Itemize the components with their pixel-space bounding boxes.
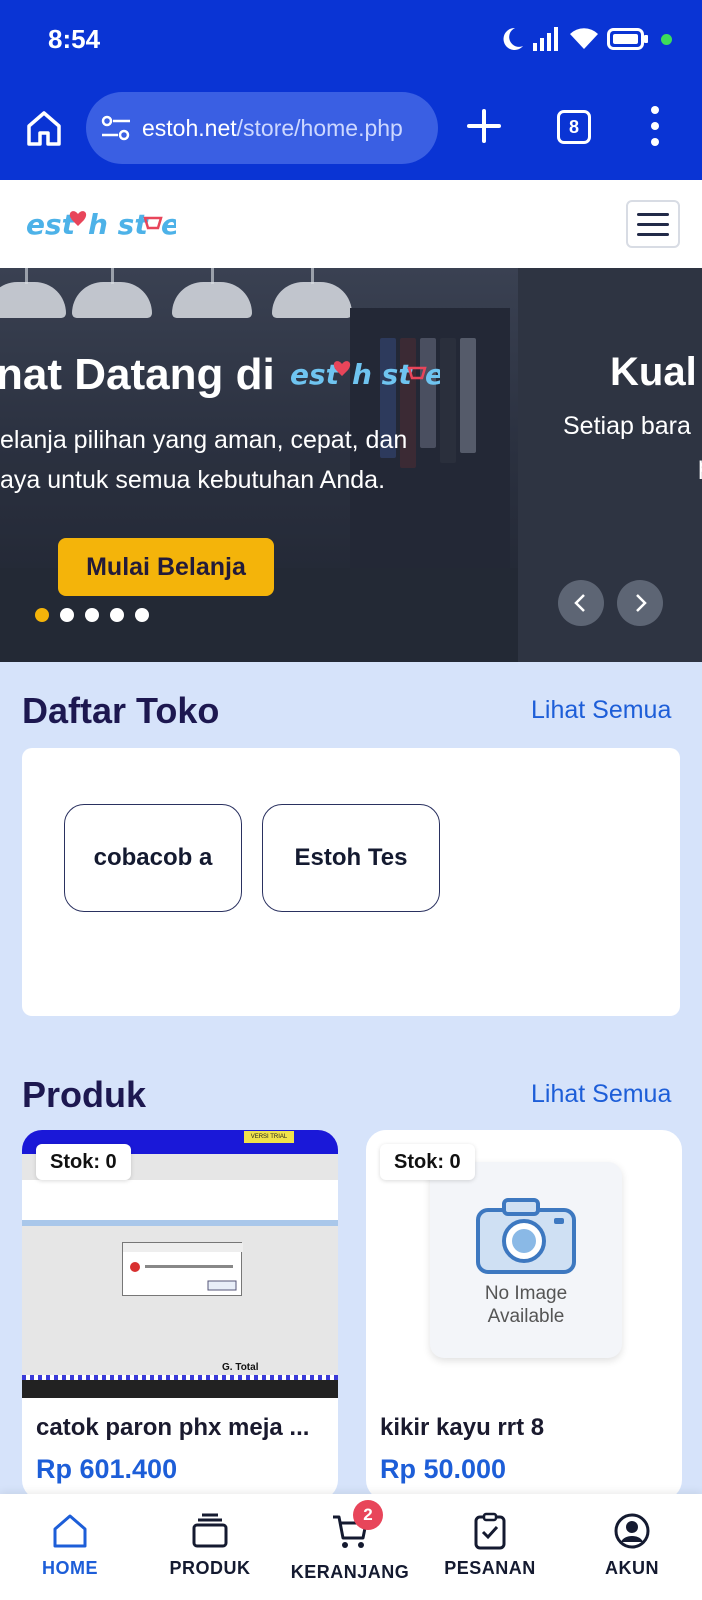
hero-estoh-logo: est h st e bbox=[290, 358, 440, 391]
svg-text:est: est bbox=[26, 208, 77, 241]
carousel-dot[interactable] bbox=[135, 608, 149, 622]
stores-see-all-link[interactable]: Lihat Semua bbox=[531, 696, 671, 725]
chevron-left-icon bbox=[574, 594, 585, 612]
user-icon bbox=[614, 1513, 650, 1549]
status-icons bbox=[501, 26, 672, 52]
carousel-dot[interactable] bbox=[60, 608, 74, 622]
nav-account-label: AKUN bbox=[605, 1558, 659, 1578]
product-name[interactable]: catok paron phx meja ... bbox=[36, 1414, 326, 1442]
clipboard-icon bbox=[474, 1512, 506, 1550]
nav-home[interactable]: HOME bbox=[0, 1494, 140, 1600]
battery-icon bbox=[607, 28, 648, 50]
svg-text:e: e bbox=[425, 358, 440, 391]
url-text[interactable]: estoh.net/store/home.php bbox=[142, 115, 403, 142]
hero-slide-1: nat Datang di est h st e elanja pilihan … bbox=[0, 268, 518, 662]
hero-slide-2: Kual Setiap bara p bbox=[518, 268, 702, 662]
browser-home-icon[interactable] bbox=[24, 108, 64, 148]
hamburger-menu-button[interactable] bbox=[626, 200, 680, 248]
thumb-total-label: G. Total bbox=[222, 1362, 259, 1373]
nav-account[interactable]: AKUN bbox=[562, 1494, 702, 1600]
no-image-line1: No Image bbox=[484, 1283, 568, 1304]
stock-badge: Stok: 0 bbox=[36, 1144, 131, 1180]
stock-badge: Stok: 0 bbox=[380, 1144, 475, 1180]
cart-count-badge: 2 bbox=[353, 1500, 383, 1530]
no-image-text: No Image Available bbox=[430, 1282, 622, 1328]
wifi-icon bbox=[570, 28, 598, 49]
product-price: Rp 601.400 bbox=[36, 1454, 178, 1484]
new-tab-icon[interactable] bbox=[466, 108, 502, 144]
hero-carousel[interactable]: nat Datang di est h st e elanja pilihan … bbox=[0, 268, 702, 662]
chevron-right-icon bbox=[636, 594, 647, 612]
nav-cart[interactable]: 2 KERANJANG bbox=[280, 1494, 420, 1600]
bottom-navigation: HOME PRODUK 2 KERANJANG PESANAN AKUN bbox=[0, 1494, 702, 1600]
carousel-dot[interactable] bbox=[85, 608, 99, 622]
nav-home-label: HOME bbox=[42, 1558, 98, 1578]
hero-slide2-subtitle-line2: p bbox=[563, 446, 702, 486]
privacy-dot bbox=[661, 33, 672, 45]
stores-section-title: Daftar Toko bbox=[22, 690, 220, 731]
url-host: estoh.net bbox=[142, 114, 237, 141]
site-settings-icon[interactable] bbox=[100, 114, 132, 142]
svg-text:est: est bbox=[290, 358, 341, 391]
hero-slide2-subtitle-line1: Setiap bara bbox=[563, 412, 691, 440]
products-see-all-link[interactable]: Lihat Semua bbox=[531, 1080, 671, 1109]
home-icon bbox=[53, 1514, 87, 1548]
store-chip[interactable]: Estoh Tes bbox=[262, 804, 440, 912]
no-image-placeholder: No Image Available bbox=[430, 1162, 622, 1358]
hero-subtitle-line1: elanja pilihan yang aman, cepat, dan bbox=[0, 426, 408, 454]
svg-text:h st: h st bbox=[88, 208, 149, 241]
nav-products-label: PRODUK bbox=[169, 1558, 251, 1578]
products-section-title: Produk bbox=[22, 1074, 147, 1115]
tab-switcher-button[interactable]: 8 bbox=[557, 110, 591, 144]
nav-orders[interactable]: PESANAN bbox=[420, 1494, 560, 1600]
moon-icon bbox=[503, 27, 523, 50]
hero-slide2-title: Kual bbox=[610, 350, 697, 394]
estoh-store-logo[interactable]: est h st e bbox=[26, 200, 176, 246]
site-header: est h st e bbox=[0, 180, 702, 268]
cart-icon-wrap: 2 bbox=[331, 1500, 383, 1550]
nav-products[interactable]: PRODUK bbox=[140, 1494, 280, 1600]
status-bar: 8:54 bbox=[0, 0, 702, 82]
signal-icon bbox=[533, 27, 558, 51]
hero-subtitle: elanja pilihan yang aman, cepat, dan aya… bbox=[0, 420, 500, 500]
store-chip[interactable]: cobacob a bbox=[64, 804, 242, 912]
product-card[interactable]: VERSI TRIAL G. Total Stok: 0 catok paron… bbox=[22, 1130, 338, 1500]
nav-cart-label: KERANJANG bbox=[290, 1562, 410, 1582]
stores-card: cobacob a Estoh Tes bbox=[22, 748, 680, 1016]
carousel-next-button[interactable] bbox=[617, 580, 663, 626]
svg-text:e: e bbox=[161, 208, 176, 241]
carousel-dots bbox=[35, 608, 149, 622]
url-bar[interactable]: estoh.net/store/home.php bbox=[86, 92, 438, 164]
nav-orders-label: PESANAN bbox=[444, 1558, 536, 1578]
hero-subtitle-line2: aya untuk semua kebutuhan Anda. bbox=[0, 466, 386, 494]
product-name[interactable]: kikir kayu rrt 8 bbox=[380, 1414, 670, 1442]
browser-toolbar: estoh.net/store/home.php 8 bbox=[0, 82, 702, 180]
url-path: /store/home.php bbox=[236, 114, 403, 141]
hero-slide2-subtitle: Setiap bara p bbox=[563, 406, 702, 486]
product-price: Rp 50.000 bbox=[380, 1454, 507, 1484]
svg-text:h st: h st bbox=[352, 358, 413, 391]
start-shopping-button[interactable]: Mulai Belanja bbox=[58, 538, 274, 596]
carousel-prev-button[interactable] bbox=[558, 580, 604, 626]
hero-title: nat Datang di bbox=[0, 350, 275, 399]
product-card[interactable]: No Image Available Stok: 0 kikir kayu rr… bbox=[366, 1130, 682, 1500]
carousel-dot[interactable] bbox=[35, 608, 49, 622]
no-image-line2: Available bbox=[487, 1306, 565, 1327]
browser-menu-icon[interactable] bbox=[648, 106, 662, 146]
carousel-dot[interactable] bbox=[110, 608, 124, 622]
thumb-trial-label: VERSI TRIAL bbox=[244, 1131, 294, 1143]
box-icon bbox=[192, 1513, 228, 1548]
camera-icon bbox=[476, 1198, 576, 1274]
status-time: 8:54 bbox=[48, 24, 101, 54]
